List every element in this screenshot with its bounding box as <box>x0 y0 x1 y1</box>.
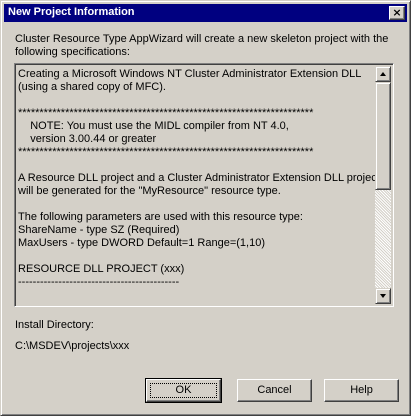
title-bar[interactable]: New Project Information × <box>4 4 407 22</box>
scroll-thumb[interactable] <box>375 82 391 190</box>
intro-text: Cluster Resource Type AppWizard will cre… <box>15 33 400 59</box>
help-button-label: Help <box>350 384 373 396</box>
intro-line-1: Cluster Resource Type AppWizard will cre… <box>15 33 389 45</box>
help-button[interactable]: Help <box>324 379 399 402</box>
scroll-up-button[interactable] <box>375 66 391 82</box>
cancel-button[interactable]: Cancel <box>237 379 312 402</box>
install-directory-label: Install Directory: <box>15 319 94 331</box>
ok-button-label: OK <box>175 384 192 396</box>
dialog-title: New Project Information <box>8 6 135 18</box>
new-project-information-dialog: New Project Information × Cluster Resour… <box>0 0 411 416</box>
arrow-up-icon <box>380 72 386 76</box>
scroll-down-button[interactable] <box>375 288 391 304</box>
intro-line-2: following specifications: <box>15 46 130 58</box>
arrow-down-icon <box>380 294 386 298</box>
close-icon: × <box>392 6 402 19</box>
specifications-textbox[interactable]: Creating a Microsoft Windows NT Cluster … <box>14 63 394 307</box>
cancel-button-label: Cancel <box>257 384 292 396</box>
ok-button[interactable]: OK <box>145 378 222 403</box>
install-directory-path: C:\MSDEV\projects\xxx <box>15 340 130 352</box>
vertical-scrollbar[interactable] <box>375 66 391 304</box>
close-button[interactable]: × <box>389 6 405 20</box>
specifications-text: Creating a Microsoft Windows NT Cluster … <box>18 68 380 288</box>
